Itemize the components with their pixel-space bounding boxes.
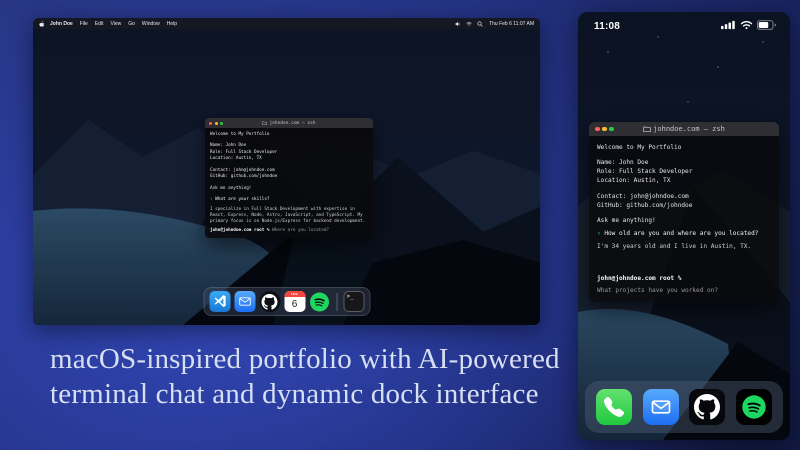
- terminal-icon[interactable]: >_: [343, 291, 364, 312]
- menubar-item-view[interactable]: View: [110, 21, 121, 27]
- search-icon[interactable]: [477, 21, 483, 27]
- volume-icon[interactable]: [455, 21, 461, 27]
- terminal-welcome: Welcome to My Portfolio: [597, 143, 771, 152]
- terminal-answer: I'm 34 years old and I live in Austin, T…: [597, 242, 771, 251]
- desktop-screenshot: John Doe File Edit View Go Window Help T…: [33, 18, 540, 325]
- menubar-item-file[interactable]: File: [80, 21, 88, 27]
- calendar-day: 6: [284, 297, 305, 312]
- apple-logo-icon[interactable]: [39, 21, 44, 27]
- caption: macOS-inspired portfolio with AI-powered…: [50, 342, 570, 412]
- terminal-titlebar[interactable]: johndoe.com — zsh: [589, 122, 779, 136]
- mobile-statusbar: 11:08: [578, 12, 790, 34]
- mail-icon[interactable]: [234, 291, 255, 312]
- mobile-screenshot: 11:08: [578, 12, 790, 440]
- menubar-item-help[interactable]: Help: [167, 21, 177, 27]
- dock-separator: [336, 293, 337, 311]
- phone-icon[interactable]: [596, 389, 632, 425]
- menubar-item-edit[interactable]: Edit: [95, 21, 104, 27]
- battery-icon: [757, 17, 776, 35]
- wifi-icon: [740, 17, 753, 35]
- terminal-title: johndoe.com — zsh: [589, 125, 779, 133]
- menubar-clock[interactable]: Thu Feb 6 11:07 AM: [489, 21, 534, 27]
- macos-menubar: John Doe File Edit View Go Window Help T…: [33, 18, 540, 29]
- terminal-name: Name: John Doe: [597, 158, 771, 167]
- terminal-output[interactable]: Welcome to My Portfolio Name: John Doe R…: [589, 136, 779, 302]
- menubar-item-window[interactable]: Window: [142, 21, 160, 27]
- terminal-typed-input[interactable]: What projects have you worked on?: [597, 286, 771, 295]
- desktop-terminal-window[interactable]: johndoe.com — zsh Welcome to My Portfoli…: [205, 118, 373, 238]
- mail-icon[interactable]: [643, 389, 679, 425]
- wifi-icon[interactable]: [466, 21, 472, 27]
- terminal-prompt-line[interactable]: john@johndoe.com root % Where are you lo…: [210, 228, 368, 234]
- terminal-output[interactable]: Welcome to My Portfolio Name: John Doe R…: [205, 128, 373, 238]
- mobile-dock: [585, 381, 783, 433]
- terminal-location: Location: Austin, TX: [597, 176, 771, 185]
- terminal-contact: Contact: john@johndoe.com: [597, 192, 771, 201]
- desktop-dock: FEB 6 >_: [203, 287, 370, 316]
- vscode-icon[interactable]: [209, 291, 230, 312]
- folder-icon: [262, 121, 267, 125]
- terminal-github: GitHub: github.com/johndoe: [597, 201, 771, 210]
- spotify-icon[interactable]: [736, 389, 772, 425]
- caption-line-2: terminal chat and dynamic dock interface: [50, 377, 570, 412]
- github-icon[interactable]: [259, 291, 280, 312]
- page-background: John Doe File Edit View Go Window Help T…: [0, 0, 800, 450]
- folder-icon: [643, 126, 651, 132]
- terminal-question: › How old are you and where are you loca…: [597, 229, 771, 238]
- caption-line-1: macOS-inspired portfolio with AI-powered: [50, 342, 570, 377]
- status-time: 11:08: [594, 21, 620, 32]
- terminal-role: Role: Full Stack Developer: [597, 167, 771, 176]
- terminal-prompt[interactable]: john@johndoe.com root %: [597, 274, 771, 283]
- menubar-app-name[interactable]: John Doe: [50, 21, 73, 27]
- terminal-title: johndoe.com — zsh: [205, 121, 373, 126]
- mobile-terminal-window[interactable]: johndoe.com — zsh Welcome to My Portfoli…: [589, 122, 779, 302]
- cellular-signal-icon: [721, 17, 736, 35]
- terminal-titlebar[interactable]: johndoe.com — zsh: [205, 118, 373, 128]
- terminal-answer: I specialize in Full Stack Development w…: [210, 207, 368, 226]
- calendar-icon[interactable]: FEB 6: [284, 291, 305, 312]
- menubar-item-go[interactable]: Go: [128, 21, 135, 27]
- terminal-ask: Ask me anything!: [597, 216, 771, 225]
- github-icon[interactable]: [689, 389, 725, 425]
- spotify-icon[interactable]: [309, 291, 330, 312]
